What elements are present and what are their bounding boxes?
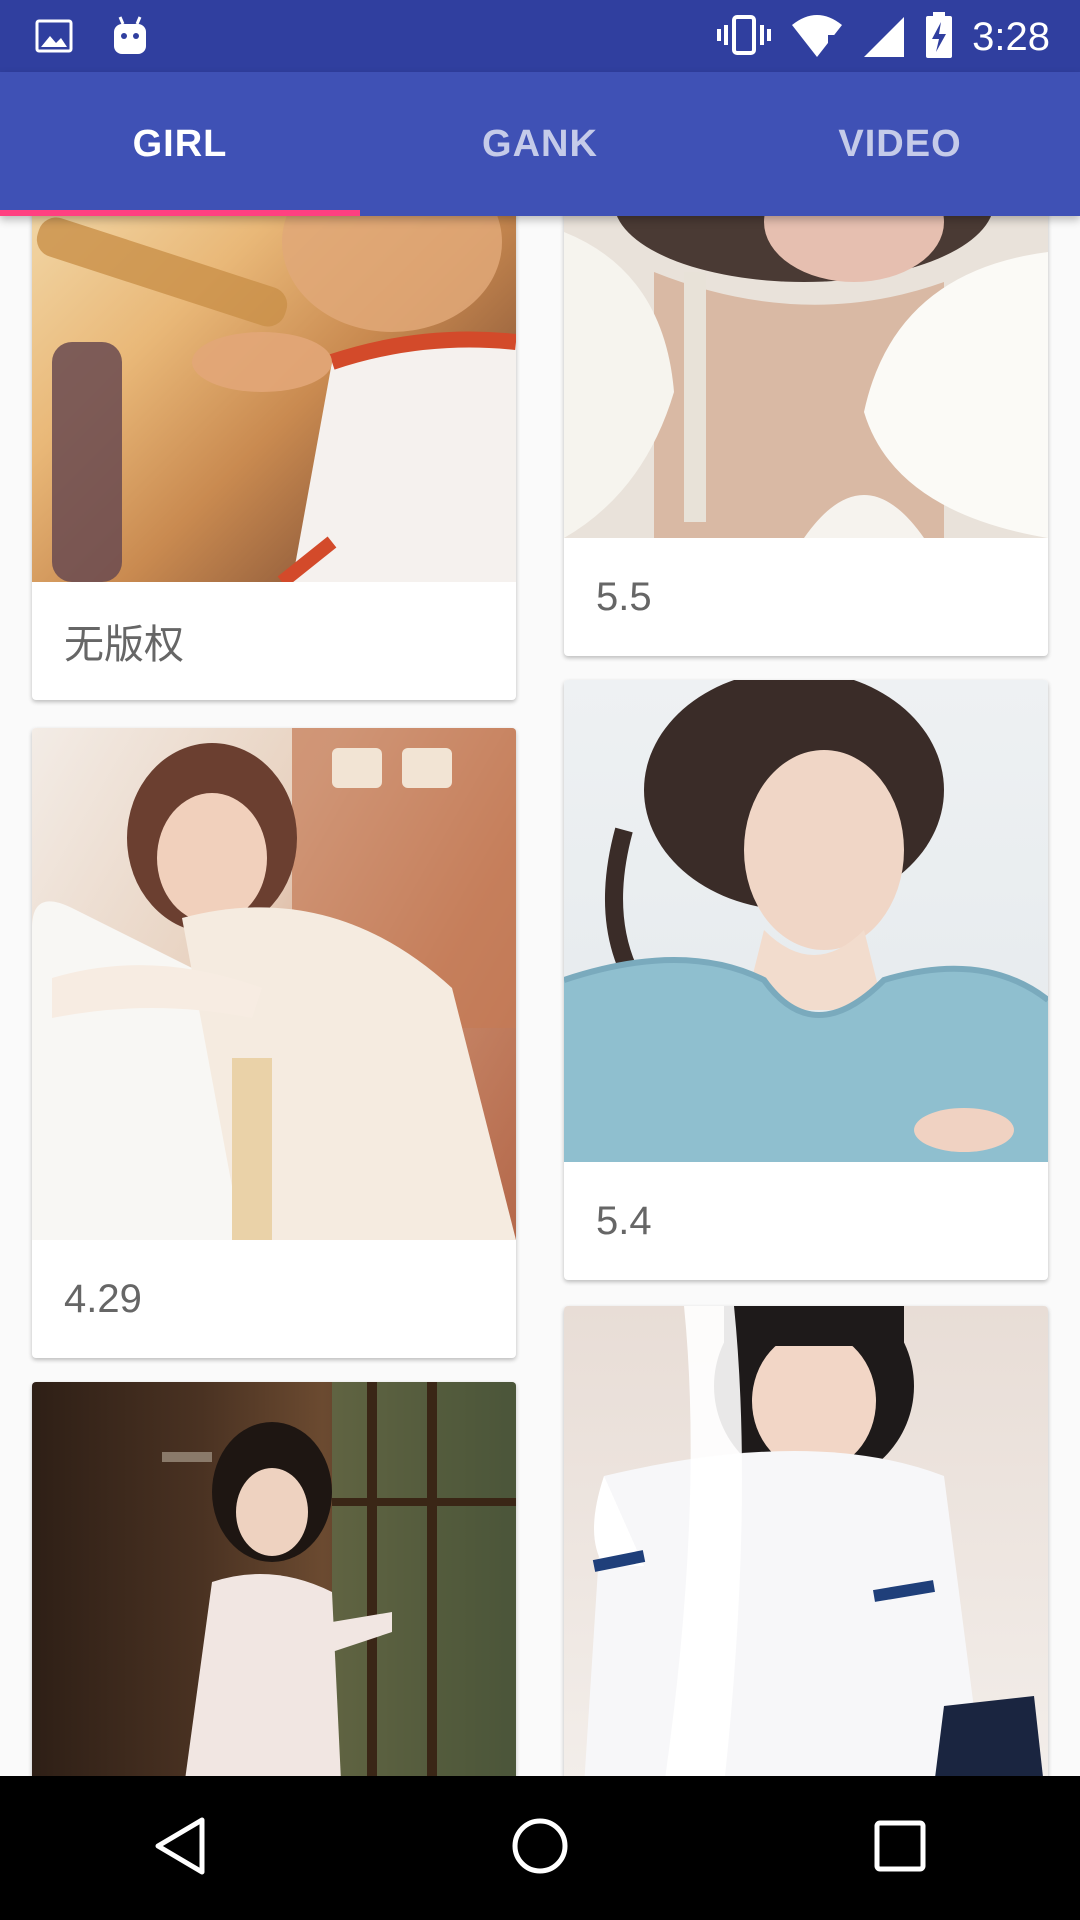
tab-label: GANK xyxy=(482,122,598,165)
android-icon xyxy=(110,14,150,62)
signal-icon xyxy=(862,11,906,63)
card-label: 5.4 xyxy=(596,1198,652,1243)
card-label: 无版权 xyxy=(64,623,184,667)
photo-card[interactable]: 无版权 xyxy=(32,216,516,700)
photo-card[interactable]: 4.29 xyxy=(32,728,516,1358)
tab-label: VIDEO xyxy=(838,122,962,165)
girl-leaning-photo xyxy=(32,728,516,1240)
photo-card[interactable] xyxy=(32,1382,516,1776)
card-label: 4.29 xyxy=(64,1276,142,1321)
photo-card[interactable]: 5.4 xyxy=(564,680,1048,1280)
girl-fur-photo xyxy=(564,216,1048,538)
back-button[interactable] xyxy=(80,1776,280,1920)
card-label: 5.5 xyxy=(596,574,652,619)
wifi-icon xyxy=(790,11,844,63)
photo-grid[interactable]: 无版权 5.5 4.29 5.4 xyxy=(0,216,1080,1776)
image-icon xyxy=(34,16,74,60)
tab-bar: GIRL GANK VIDEO xyxy=(0,72,1080,216)
photo-card[interactable] xyxy=(564,1306,1048,1776)
tab-gank[interactable]: GANK xyxy=(360,72,720,216)
girl-railing-photo xyxy=(32,216,516,582)
girl-window-photo xyxy=(32,1382,516,1776)
tab-video[interactable]: VIDEO xyxy=(720,72,1080,216)
recents-button[interactable] xyxy=(800,1776,1000,1920)
girl-blue-sweater-photo xyxy=(564,680,1048,1162)
tab-label: GIRL xyxy=(132,122,228,165)
navigation-bar xyxy=(0,1776,1080,1920)
home-button[interactable] xyxy=(440,1776,640,1920)
home-icon xyxy=(510,1816,570,1880)
photo-card[interactable]: 5.5 xyxy=(564,216,1048,656)
back-icon xyxy=(152,1816,208,1880)
tab-girl[interactable]: GIRL xyxy=(0,72,360,216)
recents-icon xyxy=(873,1819,927,1877)
girl-uniform-photo xyxy=(564,1306,1048,1776)
tab-indicator xyxy=(0,210,360,216)
battery-charging-icon xyxy=(924,10,954,64)
status-bar: 3:28 xyxy=(0,0,1080,72)
status-time: 3:28 xyxy=(972,14,1050,59)
vibrate-icon xyxy=(716,11,772,63)
